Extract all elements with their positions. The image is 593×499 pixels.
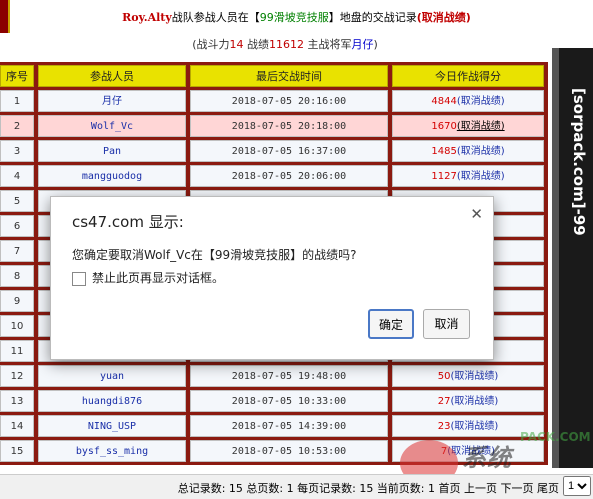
dialog-overlay: cs47.com 显示: ✕ 您确定要取消Wolf_Vc在【99滑坡竞技服】的战…: [0, 0, 593, 498]
dialog-message: 您确定要取消Wolf_Vc在【99滑坡竞技服】的战绩吗?: [72, 248, 357, 262]
ok-button[interactable]: 确定: [368, 309, 414, 339]
checkbox-box[interactable]: [72, 271, 86, 286]
close-icon[interactable]: ✕: [470, 205, 483, 223]
confirm-dialog: cs47.com 显示: ✕ 您确定要取消Wolf_Vc在【99滑坡竞技服】的战…: [50, 196, 494, 360]
cancel-button[interactable]: 取消: [423, 309, 470, 339]
suppress-dialog-checkbox[interactable]: 禁止此页再显示对话框。: [72, 269, 224, 286]
checkbox-label: 禁止此页再显示对话框。: [92, 271, 225, 285]
dialog-title: cs47.com 显示:: [72, 213, 184, 231]
